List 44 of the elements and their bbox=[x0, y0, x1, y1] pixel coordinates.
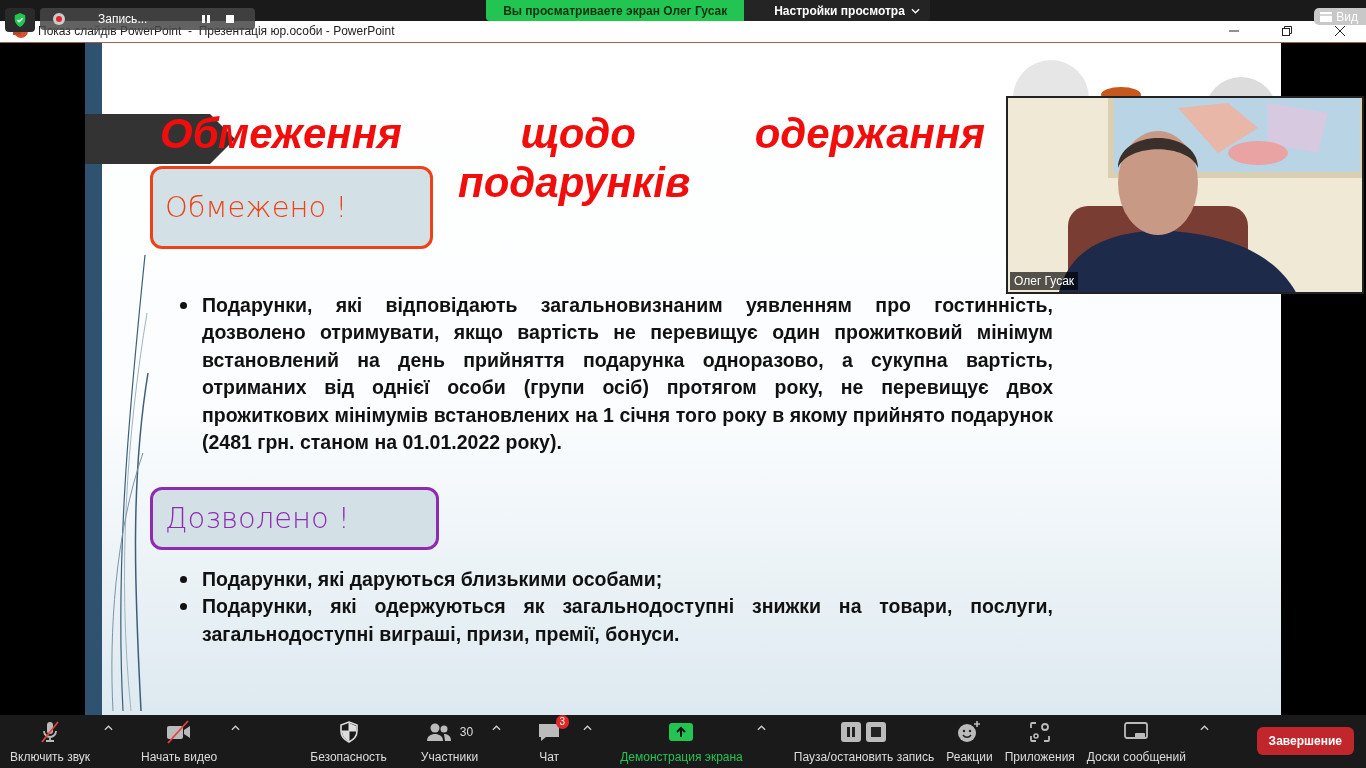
bullet-icon bbox=[180, 301, 187, 309]
pause-icon[interactable] bbox=[201, 14, 212, 24]
record-dot-icon bbox=[52, 12, 66, 26]
section-heading: Обмежено ! bbox=[150, 165, 433, 249]
bullet-icon bbox=[180, 575, 187, 583]
viewing-banner: Вы просматриваете экран Олег Гусак bbox=[486, 0, 745, 21]
chat-button[interactable]: 3 Чат bbox=[527, 714, 572, 768]
camera-button[interactable]: Начать видео bbox=[139, 714, 220, 768]
security-button[interactable]: Безопасность bbox=[308, 714, 389, 768]
pause-stop-icon bbox=[841, 721, 887, 742]
caret-icon[interactable] bbox=[756, 724, 766, 731]
caret-icon[interactable] bbox=[492, 724, 502, 731]
caret-icon[interactable] bbox=[104, 724, 114, 731]
view-options-button[interactable]: Настройки просмотра bbox=[744, 0, 930, 21]
slide-title: подарунків bbox=[458, 157, 691, 207]
end-button[interactable]: Завершение bbox=[1256, 727, 1354, 756]
section-heading: Дозволено ! bbox=[150, 486, 439, 550]
reactions-button[interactable]: Реакции bbox=[944, 714, 995, 768]
bullet-text: Подарунки, які одержуються як загальнодоступні знижки на товари, послуги, загальнодоступні виграші, призи, премії, бонуси. bbox=[202, 594, 1053, 647]
bullet-text: Подарунки, які відповідають загальновизнаним уявленням про гостинність, дозволено отримувати, якщо вартість не перевищує один прожитковий мінімум встановлений на день прийняття подарунка одноразово, а сукупна вартість, отриманих від однієї особи (групи осіб) протягом року, не перевищує двох прожиткових мінімумів встановлених на 1 січня того року в якому прийнято подарунок (2481 грн. станом на 01.01.2022 року). bbox=[202, 292, 1053, 456]
whiteboard-button[interactable]: Доски сообщений bbox=[1084, 714, 1188, 768]
chevron-icon[interactable] bbox=[910, 7, 920, 14]
bullet-icon bbox=[180, 603, 187, 611]
record-button[interactable]: Пауза/остановить запись bbox=[791, 714, 937, 768]
close-icon[interactable] bbox=[1334, 25, 1346, 38]
shield-icon bbox=[338, 720, 359, 743]
restore-icon[interactable] bbox=[1281, 25, 1293, 38]
participant-count: 30 bbox=[459, 724, 474, 739]
security-badge[interactable] bbox=[5, 8, 35, 32]
participant-name: Олег Гусак bbox=[1010, 271, 1079, 290]
caret-icon[interactable] bbox=[1199, 724, 1209, 731]
whiteboard-icon bbox=[1124, 721, 1149, 742]
stop-icon[interactable] bbox=[225, 14, 236, 24]
caret-icon[interactable] bbox=[231, 724, 241, 731]
caret-icon[interactable] bbox=[583, 724, 593, 731]
people-icon bbox=[425, 721, 452, 742]
apps-icon bbox=[1028, 720, 1051, 743]
mic-button[interactable]: Включить звук bbox=[8, 714, 93, 768]
bullet-text: Подарунки, які даруються близькими особами; bbox=[202, 566, 664, 592]
smiley-plus-icon bbox=[957, 719, 982, 744]
participants-button[interactable]: 30 Участники bbox=[418, 714, 481, 768]
apps-button[interactable]: Приложения bbox=[1002, 714, 1077, 768]
recording-label: Запись... bbox=[98, 12, 148, 26]
share-button[interactable]: Демонстрация экрана bbox=[618, 714, 745, 768]
